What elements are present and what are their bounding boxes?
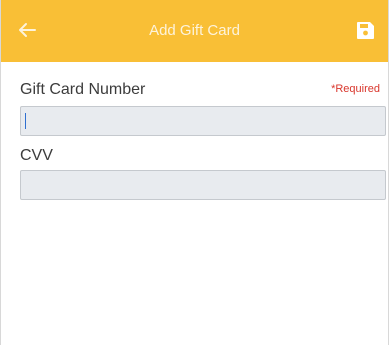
add-gift-card-screen: Add Gift Card Gift Card Number *Required… bbox=[0, 0, 389, 345]
required-indicator: *Required bbox=[331, 83, 380, 95]
app-bar: Add Gift Card bbox=[1, 0, 388, 62]
gift-card-number-label: Gift Card Number bbox=[20, 81, 146, 98]
cvv-label: CVV bbox=[20, 147, 53, 164]
floppy-disk-icon bbox=[356, 21, 375, 45]
gift-card-number-input[interactable] bbox=[20, 106, 386, 136]
cvv-input[interactable] bbox=[20, 170, 386, 200]
page-title: Add Gift Card bbox=[149, 22, 240, 39]
arrow-left-icon bbox=[18, 22, 36, 43]
save-button[interactable] bbox=[352, 20, 378, 46]
text-caret bbox=[25, 113, 26, 129]
back-button[interactable] bbox=[13, 18, 41, 46]
